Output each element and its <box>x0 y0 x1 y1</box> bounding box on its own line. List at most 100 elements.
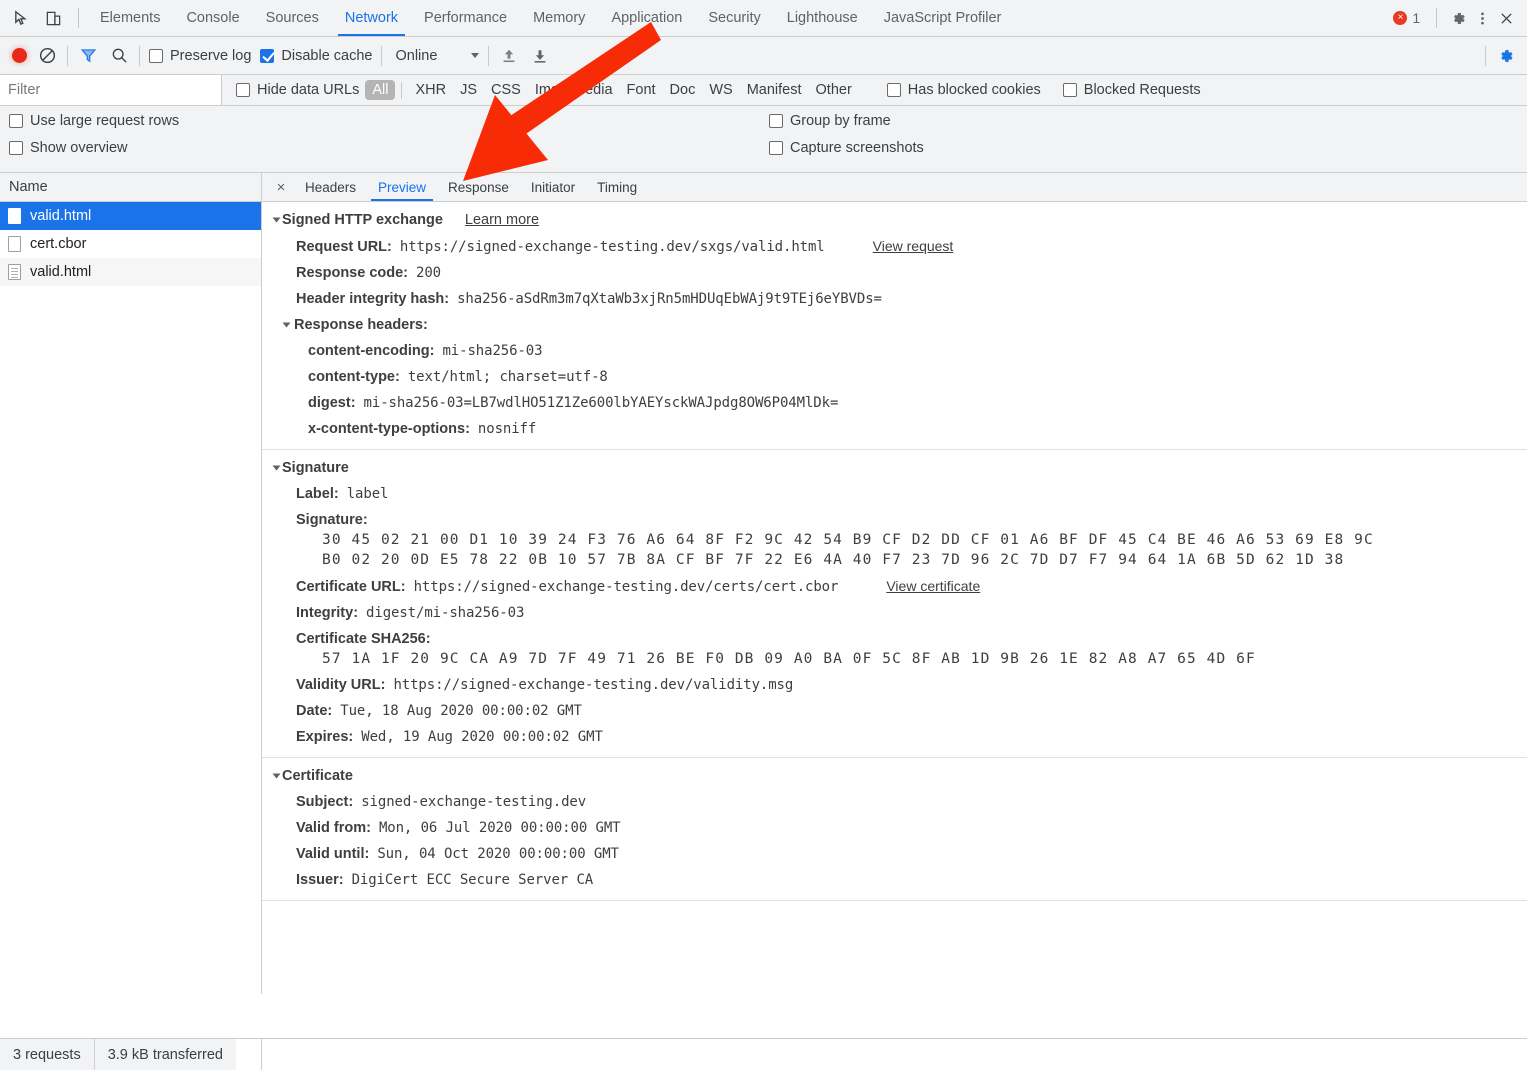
tab-timing[interactable]: Timing <box>586 173 648 201</box>
request-row-valid-html-sxg[interactable]: valid.html <box>0 202 261 230</box>
tab-memory[interactable]: Memory <box>520 0 598 36</box>
chevron-down-icon[interactable] <box>273 218 281 223</box>
response-header-row: content-type: text/html; charset=utf-8 <box>262 369 1527 385</box>
blocked-requests-box[interactable] <box>1063 83 1077 97</box>
search-icon[interactable] <box>108 45 130 67</box>
tab-application[interactable]: Application <box>598 0 695 36</box>
preserve-log-checkbox[interactable]: Preserve log <box>149 48 251 64</box>
hide-data-urls-checkbox[interactable]: Hide data URLs <box>236 82 359 98</box>
tab-sources-label: Sources <box>266 10 319 26</box>
capture-screenshots-checkbox[interactable]: Capture screenshots <box>769 140 924 156</box>
toolbar-divider-5 <box>1485 46 1486 66</box>
subject-value: signed-exchange-testing.dev <box>361 794 586 810</box>
tab-javascript-profiler[interactable]: JavaScript Profiler <box>871 0 1015 36</box>
tab-response[interactable]: Response <box>437 173 520 201</box>
throttling-select[interactable]: Online <box>391 48 479 64</box>
chevron-down-icon[interactable] <box>273 774 281 779</box>
show-overview-box[interactable] <box>9 141 23 155</box>
type-filter-css[interactable]: CSS <box>484 80 528 100</box>
view-certificate-link[interactable]: View certificate <box>886 578 980 594</box>
type-filter-ws[interactable]: WS <box>702 80 739 100</box>
view-request-link[interactable]: View request <box>873 238 954 254</box>
header-integrity-row: Header integrity hash: sha256-aSdRm3m7qX… <box>262 291 1527 307</box>
chevron-down-icon[interactable] <box>283 323 291 328</box>
signature-title[interactable]: Signature <box>262 460 1527 476</box>
filter-funnel-icon[interactable] <box>77 45 99 67</box>
request-list-column-header[interactable]: Name <box>0 173 261 202</box>
request-rows: valid.html cert.cbor valid.html <box>0 202 261 994</box>
preserve-log-box[interactable] <box>149 49 163 63</box>
chevron-down-icon[interactable] <box>273 466 281 471</box>
request-row-valid-html[interactable]: valid.html <box>0 258 261 286</box>
request-row-label: cert.cbor <box>30 236 86 252</box>
disable-cache-box[interactable] <box>260 49 274 63</box>
more-options-icon[interactable] <box>1471 7 1493 29</box>
type-filter-doc[interactable]: Doc <box>663 80 703 100</box>
show-overview-checkbox[interactable]: Show overview <box>9 140 769 156</box>
valid-until-row: Valid until: Sun, 04 Oct 2020 00:00:00 G… <box>262 846 1527 862</box>
import-har-icon[interactable] <box>498 45 520 67</box>
response-header-key: digest: <box>308 395 356 411</box>
export-har-icon[interactable] <box>529 45 551 67</box>
response-headers-title-label: Response headers: <box>294 317 428 333</box>
type-filter-js[interactable]: JS <box>453 80 484 100</box>
type-filter-media[interactable]: Media <box>566 80 620 100</box>
inspect-element-icon[interactable] <box>10 7 32 29</box>
certificate-url-key: Certificate URL: <box>296 579 406 595</box>
page-icon <box>8 236 21 252</box>
request-url-key: Request URL: <box>296 239 392 255</box>
tab-elements[interactable]: Elements <box>87 0 173 36</box>
network-settings-gear-icon[interactable] <box>1495 45 1517 67</box>
settings-gear-icon[interactable] <box>1447 7 1469 29</box>
signature-bytes-row: Signature: <box>262 512 1527 528</box>
response-header-value: mi-sha256-03 <box>442 343 542 359</box>
type-filter-manifest[interactable]: Manifest <box>740 80 809 100</box>
certificate-title[interactable]: Certificate <box>262 768 1527 784</box>
valid-from-key: Valid from: <box>296 820 371 836</box>
tab-preview[interactable]: Preview <box>367 173 437 201</box>
error-icon: × <box>1393 11 1407 25</box>
type-filter-img[interactable]: Img <box>528 80 566 100</box>
type-filter-all[interactable]: All <box>365 80 395 100</box>
status-bar-clip: 3 requests 3.9 kB transferred <box>0 1039 262 1070</box>
record-button-icon[interactable] <box>12 48 27 63</box>
tab-security[interactable]: Security <box>695 0 773 36</box>
tab-headers[interactable]: Headers <box>294 173 367 201</box>
learn-more-link[interactable]: Learn more <box>465 212 539 228</box>
signed-http-exchange-title[interactable]: Signed HTTP exchange Learn more <box>262 212 1527 228</box>
has-blocked-cookies-box[interactable] <box>887 83 901 97</box>
disable-cache-checkbox[interactable]: Disable cache <box>260 48 372 64</box>
tab-network[interactable]: Network <box>332 0 411 36</box>
use-large-request-rows-box[interactable] <box>9 114 23 128</box>
blocked-requests-checkbox[interactable]: Blocked Requests <box>1063 82 1201 98</box>
capture-screenshots-box[interactable] <box>769 141 783 155</box>
toggle-device-toolbar-icon[interactable] <box>42 7 64 29</box>
tabstrip-actions: × 1 <box>1393 0 1527 36</box>
show-overview-label: Show overview <box>30 140 128 156</box>
validity-url-key: Validity URL: <box>296 677 385 693</box>
response-headers-title[interactable]: Response headers: <box>262 317 1527 333</box>
response-header-key: content-encoding: <box>308 343 434 359</box>
tab-lighthouse[interactable]: Lighthouse <box>774 0 871 36</box>
clear-network-log-icon[interactable] <box>36 45 58 67</box>
tab-console[interactable]: Console <box>173 0 252 36</box>
type-filter-xhr[interactable]: XHR <box>408 80 453 100</box>
type-filter-other[interactable]: Other <box>809 80 859 100</box>
request-row-cert-cbor[interactable]: cert.cbor <box>0 230 261 258</box>
tab-sources[interactable]: Sources <box>253 0 332 36</box>
tab-initiator[interactable]: Initiator <box>520 173 586 201</box>
signature-label-row: Label: label <box>262 486 1527 502</box>
disable-cache-label: Disable cache <box>281 48 372 64</box>
hide-data-urls-box[interactable] <box>236 83 250 97</box>
filter-input[interactable] <box>0 75 222 105</box>
close-devtools-icon[interactable] <box>1495 7 1517 29</box>
valid-until-key: Valid until: <box>296 846 369 862</box>
use-large-request-rows-checkbox[interactable]: Use large request rows <box>9 113 769 129</box>
close-detail-icon[interactable]: × <box>268 173 294 201</box>
group-by-frame-checkbox[interactable]: Group by frame <box>769 113 924 129</box>
tab-performance[interactable]: Performance <box>411 0 520 36</box>
has-blocked-cookies-checkbox[interactable]: Has blocked cookies <box>887 82 1041 98</box>
error-count-badge[interactable]: × 1 <box>1393 11 1420 26</box>
group-by-frame-box[interactable] <box>769 114 783 128</box>
type-filter-font[interactable]: Font <box>620 80 663 100</box>
